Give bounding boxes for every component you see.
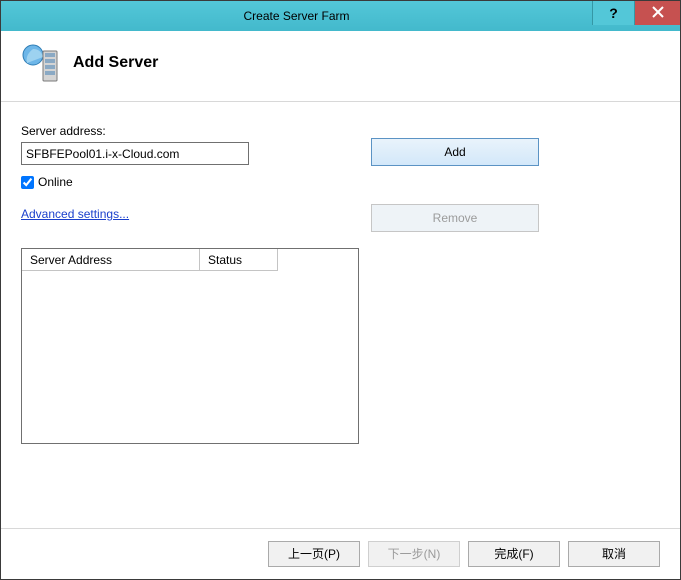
advanced-settings-link[interactable]: Advanced settings... <box>21 207 129 221</box>
server-address-label: Server address: <box>21 124 251 138</box>
next-button: 下一步(N) <box>368 541 460 567</box>
remove-button: Remove <box>371 204 539 232</box>
add-button[interactable]: Add <box>371 138 539 166</box>
server-icon <box>21 43 61 83</box>
server-address-input[interactable] <box>21 142 249 165</box>
help-button[interactable]: ? <box>592 1 634 25</box>
help-icon: ? <box>609 5 618 21</box>
previous-button[interactable]: 上一页(P) <box>268 541 360 567</box>
page-title: Add Server <box>73 54 158 72</box>
wizard-header: Add Server <box>1 31 680 102</box>
online-checkbox[interactable] <box>21 176 34 189</box>
close-icon <box>652 5 664 21</box>
close-button[interactable] <box>634 1 680 25</box>
window-title: Create Server Farm <box>1 9 592 23</box>
wizard-content: Server address: Online Advanced settings… <box>1 102 680 528</box>
column-status[interactable]: Status <box>200 249 278 271</box>
cancel-button[interactable]: 取消 <box>568 541 660 567</box>
finish-button[interactable]: 完成(F) <box>468 541 560 567</box>
window-controls: ? <box>592 1 680 31</box>
wizard-footer: 上一页(P) 下一步(N) 完成(F) 取消 <box>1 528 680 578</box>
server-list-table[interactable]: Server Address Status <box>21 248 359 444</box>
column-server-address[interactable]: Server Address <box>22 249 200 271</box>
online-label: Online <box>38 175 73 189</box>
title-bar: Create Server Farm ? <box>1 1 680 31</box>
table-header: Server Address Status <box>22 249 358 271</box>
